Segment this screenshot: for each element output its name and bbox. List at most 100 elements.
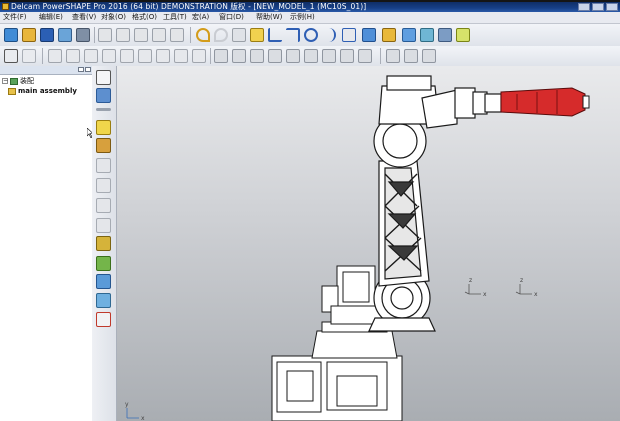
- select-icon[interactable]: [4, 49, 18, 63]
- arc-side-icon[interactable]: [96, 158, 111, 173]
- view-front-icon[interactable]: [250, 49, 264, 63]
- view-section-icon[interactable]: [192, 49, 206, 63]
- zoom-icon[interactable]: [48, 49, 62, 63]
- cut-icon[interactable]: [98, 28, 112, 42]
- zoom-out-icon[interactable]: [84, 49, 98, 63]
- workplane-side-icon[interactable]: [96, 120, 111, 135]
- mesh-side-icon[interactable]: [96, 274, 111, 289]
- menu-edit[interactable]: 编辑(E): [39, 12, 63, 23]
- collapse-icon[interactable]: −: [2, 78, 8, 84]
- measure-side-icon[interactable]: [96, 312, 111, 327]
- menu-file[interactable]: 文件(F): [3, 12, 27, 23]
- pan-icon[interactable]: [120, 49, 134, 63]
- menu-format[interactable]: 格式(O): [132, 12, 157, 23]
- paste-icon[interactable]: [134, 28, 148, 42]
- close-panel-icon[interactable]: [85, 67, 91, 72]
- zoom-in-icon[interactable]: [66, 49, 80, 63]
- previous-view-icon[interactable]: [156, 49, 170, 63]
- toolbar-separator: [94, 27, 95, 43]
- menu-object[interactable]: 对象(O): [101, 12, 126, 23]
- graphics-viewport[interactable]: z x z x x y: [117, 66, 620, 421]
- toolbar-separator: [380, 48, 381, 64]
- lower-arm: [378, 160, 430, 287]
- undo-icon[interactable]: [196, 28, 210, 42]
- open-folder-icon[interactable]: [22, 28, 36, 42]
- origin-y-label: y: [125, 401, 129, 408]
- save-as-icon[interactable]: [58, 28, 72, 42]
- view-right-icon[interactable]: [304, 49, 318, 63]
- zoom-fit-icon[interactable]: [102, 49, 116, 63]
- quick-select-icon[interactable]: [96, 88, 111, 103]
- menu-tools[interactable]: 工具(T): [163, 12, 187, 23]
- toolbar-separator: [42, 48, 43, 64]
- polyline-icon[interactable]: [286, 28, 300, 42]
- curve-side-icon[interactable]: [96, 178, 111, 193]
- rotate-icon[interactable]: [138, 49, 152, 63]
- minimize-button[interactable]: [578, 3, 590, 11]
- view-box-icon[interactable]: [174, 49, 188, 63]
- dimension-icon[interactable]: [362, 28, 376, 42]
- view-bottom-icon[interactable]: [232, 49, 246, 63]
- shaded-icon[interactable]: [404, 49, 418, 63]
- menu-examples[interactable]: 示例(H): [290, 12, 315, 23]
- view-toolbar: [0, 46, 620, 67]
- assembly-side-icon[interactable]: [96, 293, 111, 308]
- select-arrow-icon[interactable]: [96, 70, 111, 85]
- main-toolbar: [0, 24, 620, 47]
- delete-icon[interactable]: [170, 28, 184, 42]
- feature-side-icon[interactable]: [96, 236, 111, 251]
- symbol-side-icon[interactable]: [96, 256, 111, 271]
- circle-icon[interactable]: [304, 28, 318, 42]
- robot-base: [271, 321, 403, 421]
- surface-side-icon[interactable]: [96, 198, 111, 213]
- view-iso1-icon[interactable]: [322, 49, 336, 63]
- menu-view[interactable]: 查看(V): [72, 12, 96, 23]
- point-icon[interactable]: [232, 28, 246, 42]
- line-side-icon[interactable]: [96, 138, 111, 153]
- workplane-icon[interactable]: [250, 28, 264, 42]
- view-iso2-icon[interactable]: [340, 49, 354, 63]
- robot-arm-model[interactable]: z x z x x y: [117, 66, 620, 421]
- redo-icon[interactable]: [214, 28, 228, 42]
- end-effector: [500, 87, 590, 117]
- shaded-wire-icon[interactable]: [422, 49, 436, 63]
- tree-item-label: main assembly: [18, 87, 77, 95]
- edit-icon[interactable]: [152, 28, 166, 42]
- save-icon[interactable]: [40, 28, 54, 42]
- assembly-node-icon: [8, 87, 16, 95]
- mesh-icon[interactable]: [420, 28, 434, 42]
- title-bar: Delcam PowerSHAPE Pro 2016 (64 bit) DEMO…: [0, 2, 620, 12]
- tree-root[interactable]: − 装配: [2, 76, 34, 86]
- solid-side-icon[interactable]: [96, 218, 111, 233]
- menu-bar: 文件(F) 编辑(E) 查看(V) 对象(O) 格式(O) 工具(T) 宏(A)…: [0, 12, 620, 24]
- view-left-icon[interactable]: [286, 49, 300, 63]
- wireframe-icon[interactable]: [386, 49, 400, 63]
- view-back-icon[interactable]: [268, 49, 282, 63]
- assembly-icon[interactable]: [438, 28, 452, 42]
- menu-macro[interactable]: 宏(A): [192, 12, 209, 23]
- tree-item-main-assembly[interactable]: main assembly: [8, 86, 77, 96]
- origin-x-label: x: [141, 415, 145, 421]
- print-icon[interactable]: [76, 28, 90, 42]
- solid-icon[interactable]: [402, 28, 416, 42]
- pin-icon[interactable]: [78, 67, 84, 72]
- tree-panel-header: [0, 66, 92, 75]
- line-icon[interactable]: [268, 28, 282, 42]
- new-file-icon[interactable]: [4, 28, 18, 42]
- close-button[interactable]: [606, 3, 618, 11]
- maximize-button[interactable]: [592, 3, 604, 11]
- view-iso3-icon[interactable]: [358, 49, 372, 63]
- window-title: Delcam PowerSHAPE Pro 2016 (64 bit) DEMO…: [11, 2, 367, 11]
- menu-window[interactable]: 窗口(D): [219, 12, 244, 23]
- copy-icon[interactable]: [116, 28, 130, 42]
- flag-icon[interactable]: [22, 49, 36, 63]
- wizard-icon[interactable]: [456, 28, 470, 42]
- workplane-marker-2: [515, 284, 532, 295]
- surface-icon[interactable]: [382, 28, 396, 42]
- text-icon[interactable]: [342, 28, 356, 42]
- menu-help[interactable]: 帮助(W): [256, 12, 282, 23]
- toolbar-separator: [210, 48, 211, 64]
- curve-icon[interactable]: [322, 28, 336, 42]
- app-icon[interactable]: [2, 3, 9, 10]
- view-top-icon[interactable]: [214, 49, 228, 63]
